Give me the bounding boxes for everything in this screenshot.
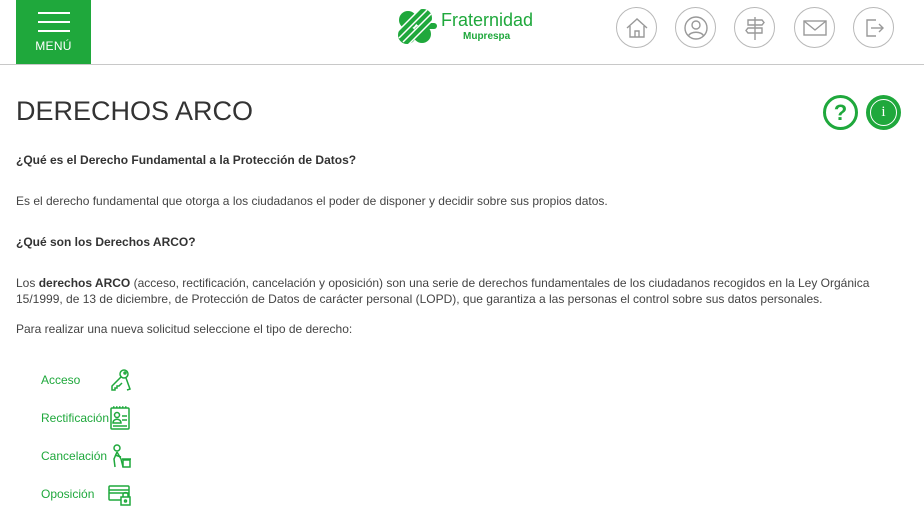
clover-logo-icon <box>396 8 437 47</box>
answer-prefix: Los <box>16 276 39 290</box>
directions-button[interactable] <box>734 7 775 48</box>
right-oposicion-label: Oposición <box>41 487 95 501</box>
signpost-icon <box>744 16 765 40</box>
instruction-text: Para realizar una nueva solicitud selecc… <box>16 322 353 336</box>
mail-button[interactable] <box>794 7 835 48</box>
person-bin-icon <box>113 444 131 468</box>
mail-icon <box>802 19 827 36</box>
help-icon[interactable]: ? <box>823 95 858 130</box>
answer-bold-term: derechos ARCO <box>38 276 131 290</box>
user-icon <box>683 15 708 40</box>
info-button[interactable]: i <box>866 95 901 130</box>
right-cancelacion-link[interactable]: Cancelación <box>41 442 133 470</box>
logout-button[interactable] <box>853 7 894 48</box>
hamburger-icon <box>38 12 70 39</box>
right-acceso-link[interactable]: Acceso <box>41 366 133 394</box>
menu-button[interactable]: MENÚ <box>16 0 91 64</box>
answer-rest: (acceso, rectificación, cancelación y op… <box>16 276 870 306</box>
home-icon <box>626 17 647 38</box>
top-header: MENÚ Fraternidad Muprespa <box>0 0 924 65</box>
logout-icon <box>865 18 884 37</box>
question-arco-rights: ¿Qué son los Derechos ARCO? <box>16 235 196 249</box>
card-lock-icon <box>108 485 131 506</box>
home-button[interactable] <box>616 7 657 48</box>
question-data-protection: ¿Qué es el Derecho Fundamental a la Prot… <box>16 153 357 167</box>
fraternidad-logo[interactable]: Fraternidad Muprespa <box>395 8 535 48</box>
right-cancelacion-label: Cancelación <box>41 449 108 463</box>
menu-label: MENÚ <box>35 39 72 53</box>
logo-text: Fraternidad <box>441 10 534 30</box>
profile-button[interactable] <box>675 7 716 48</box>
info-icon: i <box>870 99 897 126</box>
right-rectificacion-link[interactable]: Rectificación <box>41 404 133 432</box>
page-title: DERECHOS ARCO <box>16 96 254 126</box>
answer-data-protection: Es el derecho fundamental que otorga a l… <box>16 194 608 208</box>
answer-arco-rights: Los derechos ARCO (acceso, rectificación… <box>16 275 896 307</box>
right-acceso-label: Acceso <box>41 373 81 387</box>
keys-icon <box>111 369 131 391</box>
logo-subtext: Muprespa <box>463 31 511 42</box>
right-rectificacion-label: Rectificación <box>41 411 110 425</box>
right-oposicion-link[interactable]: Oposición <box>41 480 133 508</box>
id-card-icon <box>110 406 130 430</box>
